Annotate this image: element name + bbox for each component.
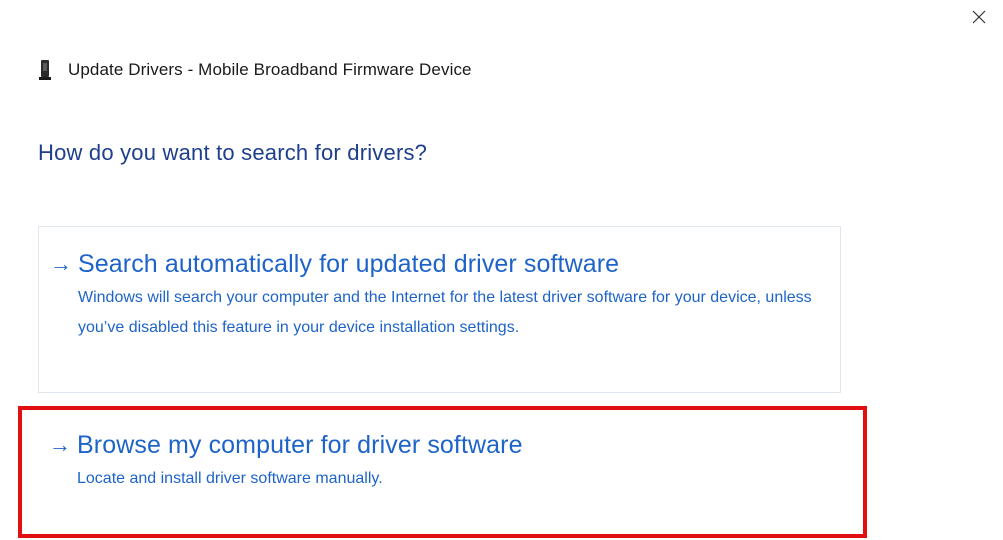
search-automatically-description: Windows will search your computer and th… — [78, 289, 812, 336]
page-heading: How do you want to search for drivers? — [38, 140, 428, 165]
close-button[interactable] — [966, 4, 992, 30]
window-title: Update Drivers - Mobile Broadband Firmwa… — [68, 60, 472, 79]
search-automatically-title: Search automatically for updated driver … — [78, 250, 620, 278]
browse-computer-description: Locate and install driver software manua… — [77, 470, 383, 487]
window-title-bar: Update Drivers - Mobile Broadband Firmwa… — [38, 58, 472, 82]
browse-computer-option[interactable]: → Browse my computer for driver software… — [38, 408, 841, 528]
arrow-right-icon: → — [49, 432, 71, 457]
close-icon — [972, 10, 986, 24]
search-automatically-option[interactable]: → Search automatically for updated drive… — [38, 226, 841, 393]
device-icon — [38, 60, 52, 80]
browse-computer-title: Browse my computer for driver software — [77, 431, 523, 459]
arrow-right-icon: → — [50, 251, 72, 276]
